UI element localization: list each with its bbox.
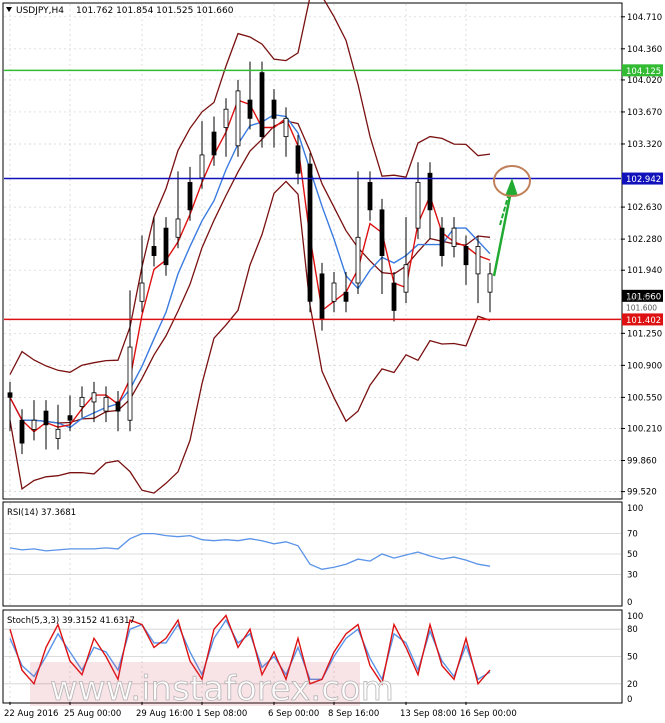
- stoch-tick-label: 50: [627, 653, 638, 663]
- price-tick-label-hidden: 101.600: [626, 303, 657, 312]
- candle-body: [91, 392, 97, 403]
- price-tick-label: 100.550: [627, 393, 662, 403]
- candle: [307, 153, 313, 313]
- candle-body: [475, 246, 481, 275]
- candle-body: [31, 419, 37, 430]
- candle-body: [79, 396, 85, 407]
- rsi-tick-label: 70: [627, 530, 638, 540]
- candle-body: [379, 209, 385, 256]
- stoch-tick-label: 100: [627, 612, 643, 622]
- price-tick-label: 99.860: [627, 456, 657, 466]
- rsi-tick-label: 0: [627, 598, 632, 608]
- candle-body: [103, 396, 109, 412]
- candle-body: [319, 273, 325, 321]
- price-tick-label: 101.250: [627, 329, 662, 339]
- price-tick-label: 103.670: [627, 108, 662, 118]
- candle-body: [403, 264, 409, 293]
- candle-body: [439, 227, 445, 256]
- stoch-tick-label: 80: [627, 625, 638, 635]
- x-tick-label: 1 Sep 08:00: [196, 709, 247, 719]
- candle-body: [283, 117, 289, 138]
- candle-body: [367, 181, 373, 211]
- candle-body: [211, 131, 217, 156]
- candle-body: [7, 392, 13, 398]
- ohlc-readout: 101.762 101.854 101.525 101.660: [76, 6, 234, 16]
- candle-body: [463, 246, 469, 266]
- candle-body: [235, 90, 241, 147]
- x-tick-label: 29 Aug 16:00: [136, 709, 193, 719]
- x-tick-label: 22 Aug 2016: [4, 709, 58, 719]
- candle-body: [271, 99, 277, 119]
- candle-body: [187, 181, 193, 211]
- candle-body: [127, 346, 133, 421]
- candle-body: [55, 428, 61, 439]
- price-tick-label: 104.020: [627, 76, 662, 86]
- level-tag-label: 101.402: [626, 316, 661, 326]
- watermark: www.instaforex.com: [50, 669, 394, 709]
- price-tick-label: 100.210: [627, 424, 662, 434]
- candle-body: [223, 108, 229, 128]
- price-tick-label: 100.900: [627, 361, 662, 371]
- candle-body: [247, 99, 253, 119]
- price-tick-label: 103.320: [627, 140, 662, 150]
- candle-body: [295, 145, 301, 174]
- price-tick-label: 99.520: [627, 488, 657, 498]
- price-axis: 104.710 104.360 104.020 103.670 103.320 102.6…: [621, 13, 662, 498]
- rsi-axis: 100 70 50 30 0: [627, 504, 643, 608]
- candle-body: [151, 246, 157, 256]
- candle-body: [415, 181, 421, 229]
- candle-body: [343, 291, 349, 302]
- candle-body: [139, 282, 145, 302]
- candle: [235, 79, 241, 157]
- candle-body: [331, 282, 337, 302]
- candle-body: [487, 273, 493, 293]
- stoch-axis: 100 80 50 20 0: [627, 612, 643, 705]
- candle-body: [391, 282, 397, 311]
- price-tick-label: 104.710: [627, 13, 662, 23]
- candle-body: [19, 419, 25, 444]
- x-tick-label: 8 Sep 16:00: [328, 709, 379, 719]
- candle-body: [307, 163, 313, 302]
- x-tick-label: 6 Sep 00:00: [268, 709, 319, 719]
- candle-body: [43, 410, 49, 426]
- candle-body: [67, 415, 73, 421]
- rsi-tick-label: 50: [627, 550, 638, 560]
- rsi-tick-label: 30: [627, 570, 638, 580]
- rsi-tick-label: 100: [627, 504, 643, 514]
- price-tick-label: 104.360: [627, 45, 662, 55]
- rsi-label: RSI(14) 37.3681: [7, 508, 76, 518]
- level-tag-label: 102.942: [626, 175, 661, 185]
- candle: [259, 61, 265, 148]
- price-tick-label: 102.280: [627, 235, 662, 245]
- x-tick-label: 16 Sep 00:00: [460, 709, 517, 719]
- x-tick-label: 25 Aug 00:00: [64, 709, 121, 719]
- candle-body: [115, 401, 121, 412]
- price-tick-label: 101.940: [627, 266, 662, 276]
- candle-body: [163, 227, 169, 266]
- chart-canvas: 104.125102.942101.660101.402 104.710104.…: [2, 0, 663, 719]
- stoch-label: Stoch(5,3,3) 39.3152 41.6317: [7, 616, 135, 626]
- candle-body: [175, 218, 181, 238]
- price-tick-label: 102.630: [627, 203, 662, 213]
- x-tick-label: 13 Sep 08:00: [400, 709, 457, 719]
- stoch-tick-label: 20: [627, 680, 638, 690]
- symbol-label: USDJPY,H4: [16, 6, 64, 16]
- price-tick-label-hidden: 101.5?: [626, 293, 651, 302]
- stoch-tick-label: 0: [627, 695, 632, 705]
- candle-body: [355, 236, 361, 284]
- candle-body: [259, 72, 265, 138]
- candle-body: [199, 154, 205, 179]
- header: USDJPY,H4 101.762 101.854 101.525 101.66…: [6, 6, 234, 16]
- candle-body: [451, 227, 457, 247]
